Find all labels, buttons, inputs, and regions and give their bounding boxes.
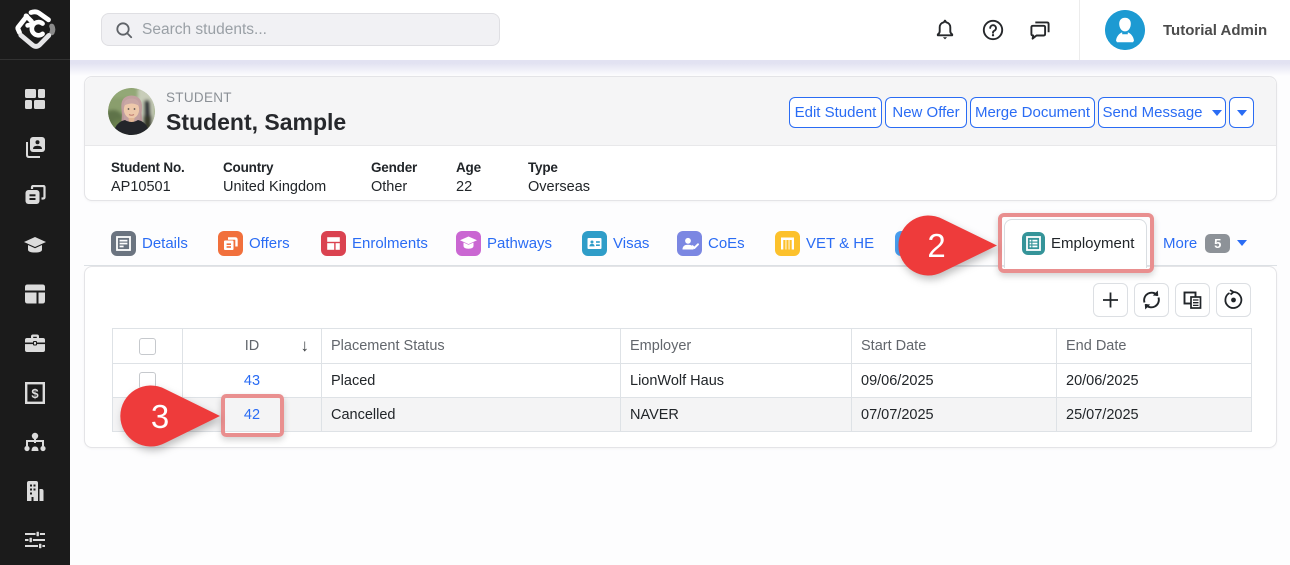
svg-text:3: 3 bbox=[151, 398, 169, 435]
svg-text:2: 2 bbox=[927, 227, 945, 264]
svg-text:$: $ bbox=[31, 386, 39, 401]
